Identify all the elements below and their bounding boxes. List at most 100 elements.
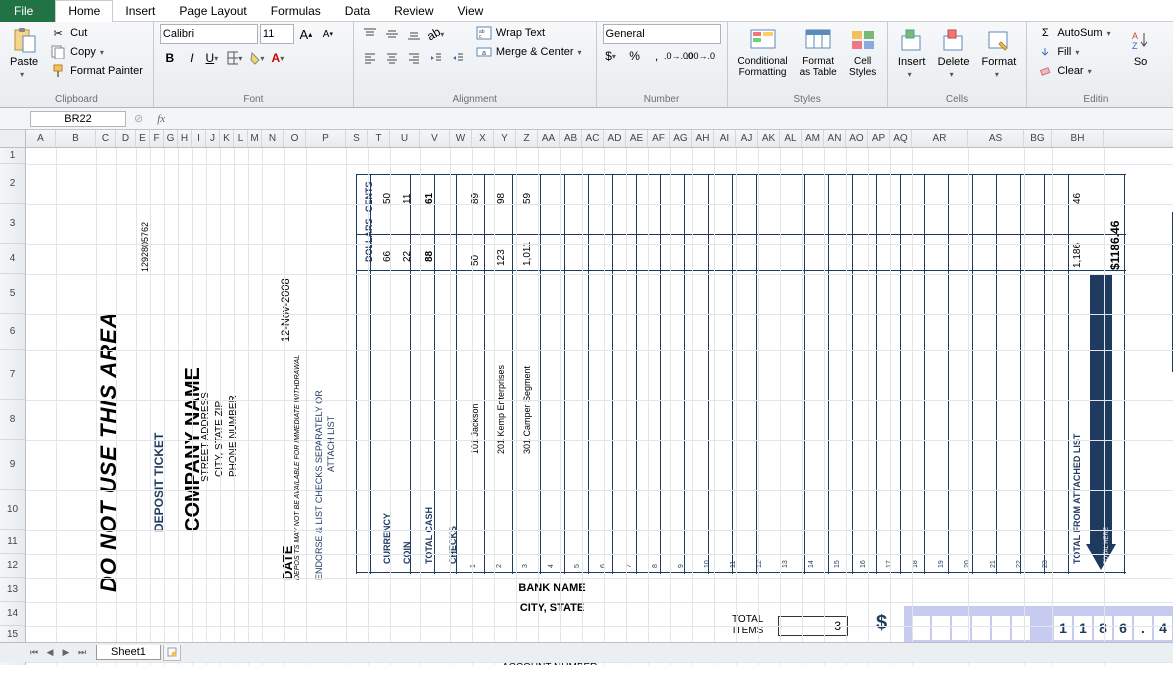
row-header[interactable]: 12 [0,554,25,578]
new-sheet-button[interactable] [163,645,181,661]
font-color-button[interactable]: A▾ [270,48,290,68]
tab-home[interactable]: Home [55,0,113,22]
fill-button[interactable]: Fill▾ [1033,43,1118,61]
col-header[interactable]: AG [670,130,692,147]
align-top-button[interactable] [360,24,380,44]
cell-styles-button[interactable]: Cell Styles [845,24,881,80]
tab-formulas[interactable]: Formulas [259,0,333,22]
col-header[interactable]: E [136,130,150,147]
col-header[interactable]: J [206,130,220,147]
merge-center-button[interactable]: aMerge & Center▾ [472,43,590,61]
decrease-decimal-button[interactable]: .00→.0 [691,46,711,66]
tab-nav-first[interactable]: ⏮ [26,645,42,661]
col-header[interactable]: N [262,130,284,147]
italic-button[interactable]: I [182,48,202,68]
row-header[interactable]: 14 [0,602,25,626]
tab-nav-last[interactable]: ⏭ [74,645,90,661]
col-header[interactable]: A [26,130,56,147]
row-header[interactable]: 5 [0,274,25,314]
col-header[interactable]: AA [538,130,560,147]
percent-button[interactable]: % [625,46,645,66]
underline-button[interactable]: U▾ [204,48,224,68]
col-header[interactable]: AK [758,130,780,147]
row-header[interactable]: 4 [0,244,25,274]
tab-pagelayout[interactable]: Page Layout [167,0,258,22]
col-header[interactable]: T [368,130,390,147]
shrink-font-button[interactable]: A▾ [318,24,338,44]
col-header[interactable]: BH [1052,130,1104,147]
col-header[interactable]: AE [626,130,648,147]
copy-button[interactable]: Copy▾ [46,43,147,61]
name-box[interactable] [30,111,126,127]
sheet-tab-1[interactable]: Sheet1 [96,645,161,660]
sort-filter-button[interactable]: AZSo [1123,24,1159,70]
fx-icon[interactable]: fx [149,113,173,125]
col-header[interactable]: AQ [890,130,912,147]
row-header[interactable]: 11 [0,530,25,554]
row-header[interactable]: 3 [0,204,25,244]
col-header[interactable]: AC [582,130,604,147]
paste-button[interactable]: Paste▾ [6,24,42,81]
align-right-button[interactable] [404,48,424,68]
row-header[interactable]: 1 [0,148,25,164]
col-header[interactable]: C [96,130,116,147]
formula-input[interactable] [173,109,1173,129]
fill-color-button[interactable]: ▾ [248,48,268,68]
grow-font-button[interactable]: A▴ [296,24,316,44]
col-header[interactable]: X [472,130,494,147]
wrap-text-button[interactable]: abcWrap Text [472,24,590,42]
align-left-button[interactable] [360,48,380,68]
col-header[interactable]: AI [714,130,736,147]
tab-data[interactable]: Data [333,0,382,22]
format-as-table-button[interactable]: Format as Table [796,24,841,80]
col-header[interactable]: U [390,130,420,147]
tab-view[interactable]: View [446,0,496,22]
tab-nav-next[interactable]: ▶ [58,645,74,661]
bold-button[interactable]: B [160,48,180,68]
format-cells-button[interactable]: Format▾ [977,24,1020,81]
font-name-select[interactable] [160,24,258,44]
col-header[interactable]: L [234,130,248,147]
col-header[interactable]: AO [846,130,868,147]
select-all-corner[interactable] [0,130,26,147]
col-header[interactable]: O [284,130,306,147]
delete-cells-button[interactable]: Delete▾ [934,24,974,81]
format-painter-button[interactable]: Format Painter [46,62,147,80]
increase-indent-button[interactable] [448,48,468,68]
align-bottom-button[interactable] [404,24,424,44]
col-header[interactable]: AB [560,130,582,147]
cells-area[interactable]: DO NOT USE THIS AREA 1292805762 DEPOSIT … [26,148,1173,665]
row-header[interactable]: 17 [0,662,25,665]
font-size-select[interactable] [260,24,294,44]
autosum-button[interactable]: ΣAutoSum▾ [1033,24,1118,42]
col-header[interactable]: AP [868,130,890,147]
tab-insert[interactable]: Insert [113,0,167,22]
col-header[interactable]: P [306,130,346,147]
align-middle-button[interactable] [382,24,402,44]
col-header[interactable]: AL [780,130,802,147]
row-header[interactable]: 13 [0,578,25,602]
col-header[interactable]: H [178,130,192,147]
row-header[interactable]: 9 [0,440,25,490]
insert-cells-button[interactable]: Insert▾ [894,24,930,81]
row-header[interactable]: 10 [0,490,25,530]
col-header[interactable]: I [192,130,206,147]
col-header[interactable]: W [450,130,472,147]
conditional-formatting-button[interactable]: Conditional Formatting [734,24,792,80]
col-header[interactable]: B [56,130,96,147]
tab-nav-prev[interactable]: ◀ [42,645,58,661]
col-header[interactable]: M [248,130,262,147]
col-header[interactable]: AH [692,130,714,147]
col-header[interactable]: AS [968,130,1024,147]
row-header[interactable]: 2 [0,164,25,204]
col-header[interactable]: AM [802,130,824,147]
col-header[interactable]: G [164,130,178,147]
row-header[interactable]: 8 [0,400,25,440]
decrease-indent-button[interactable] [426,48,446,68]
clear-button[interactable]: Clear▾ [1033,62,1118,80]
col-header[interactable]: D [116,130,136,147]
col-header[interactable]: BG [1024,130,1052,147]
col-header[interactable]: AJ [736,130,758,147]
col-header[interactable]: V [420,130,450,147]
row-header[interactable]: 6 [0,314,25,350]
